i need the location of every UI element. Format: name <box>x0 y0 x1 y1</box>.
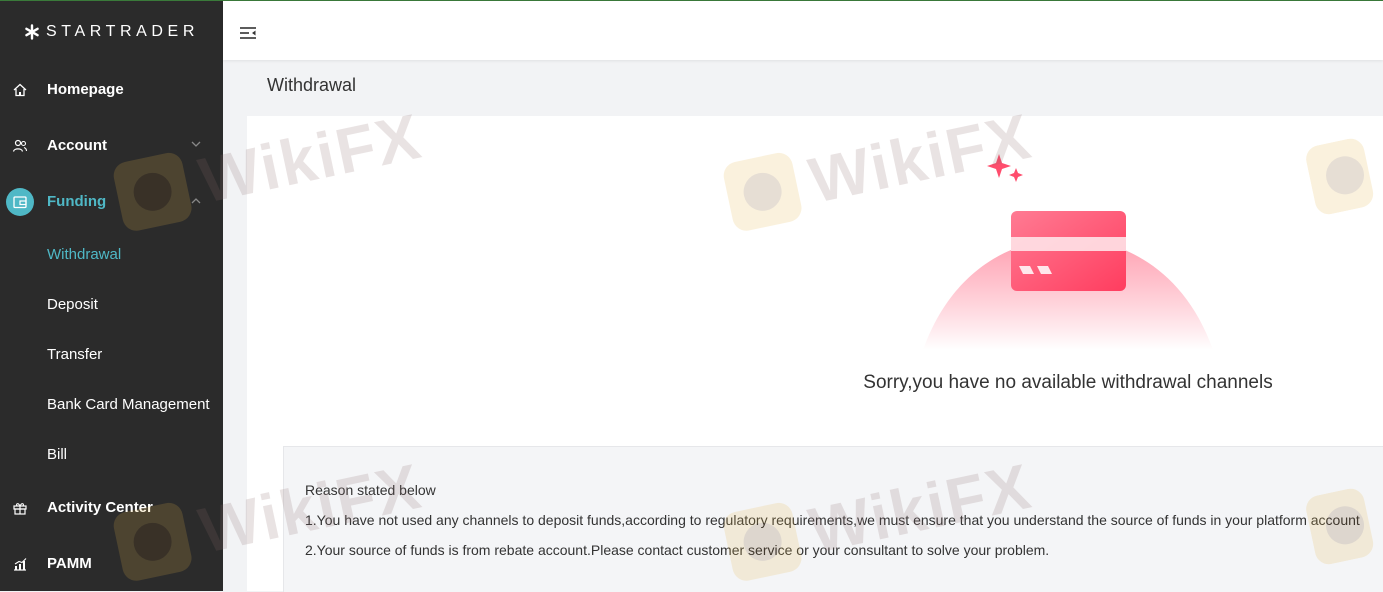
sidebar-item-label: PAMM <box>47 555 92 572</box>
sidebar: STARTRADER Homepage Account Funding With… <box>0 1 223 591</box>
menu-collapse-icon[interactable] <box>239 25 257 41</box>
chevron-down-icon <box>191 141 201 147</box>
sidebar-item-pamm[interactable]: PAMM <box>0 549 223 579</box>
sidebar-item-label: Activity Center <box>47 499 153 516</box>
sidebar-item-account[interactable]: Account <box>0 131 223 161</box>
users-icon <box>6 132 34 160</box>
brand-name: STARTRADER <box>46 23 199 40</box>
sidebar-subitem-transfer[interactable]: Transfer <box>47 346 102 363</box>
wallet-icon <box>6 188 34 216</box>
reason-line: 2.Your source of funds is from rebate ac… <box>305 542 1050 558</box>
home-icon <box>6 76 34 104</box>
gift-icon <box>6 494 34 522</box>
star-logo-icon <box>25 24 39 40</box>
reason-line: 1.You have not used any channels to depo… <box>305 512 1360 528</box>
sidebar-item-label: Homepage <box>47 81 124 98</box>
sidebar-item-homepage[interactable]: Homepage <box>0 75 223 105</box>
reason-title: Reason stated below <box>305 482 436 498</box>
sidebar-item-label: Account <box>47 137 107 154</box>
sidebar-item-label: Funding <box>47 193 107 210</box>
chart-icon <box>6 550 34 578</box>
chevron-up-icon <box>191 198 201 204</box>
sidebar-item-activity-center[interactable]: Activity Center <box>0 493 223 523</box>
reason-panel: Reason stated below 1.You have not used … <box>283 446 1383 592</box>
sidebar-subitem-bill[interactable]: Bill <box>47 446 67 463</box>
sidebar-subitem-withdrawal[interactable]: Withdrawal <box>47 246 121 263</box>
top-header <box>223 1 1383 60</box>
sidebar-subitem-deposit[interactable]: Deposit <box>47 296 98 313</box>
empty-card-illustration <box>923 154 1213 350</box>
page-title: Withdrawal <box>267 75 357 95</box>
sidebar-item-funding[interactable]: Funding <box>0 186 223 218</box>
empty-state-message: Sorry,you have no available withdrawal c… <box>863 372 1273 393</box>
brand-logo[interactable]: STARTRADER <box>24 21 199 43</box>
sidebar-subitem-bank-card-management[interactable]: Bank Card Management <box>47 396 210 413</box>
